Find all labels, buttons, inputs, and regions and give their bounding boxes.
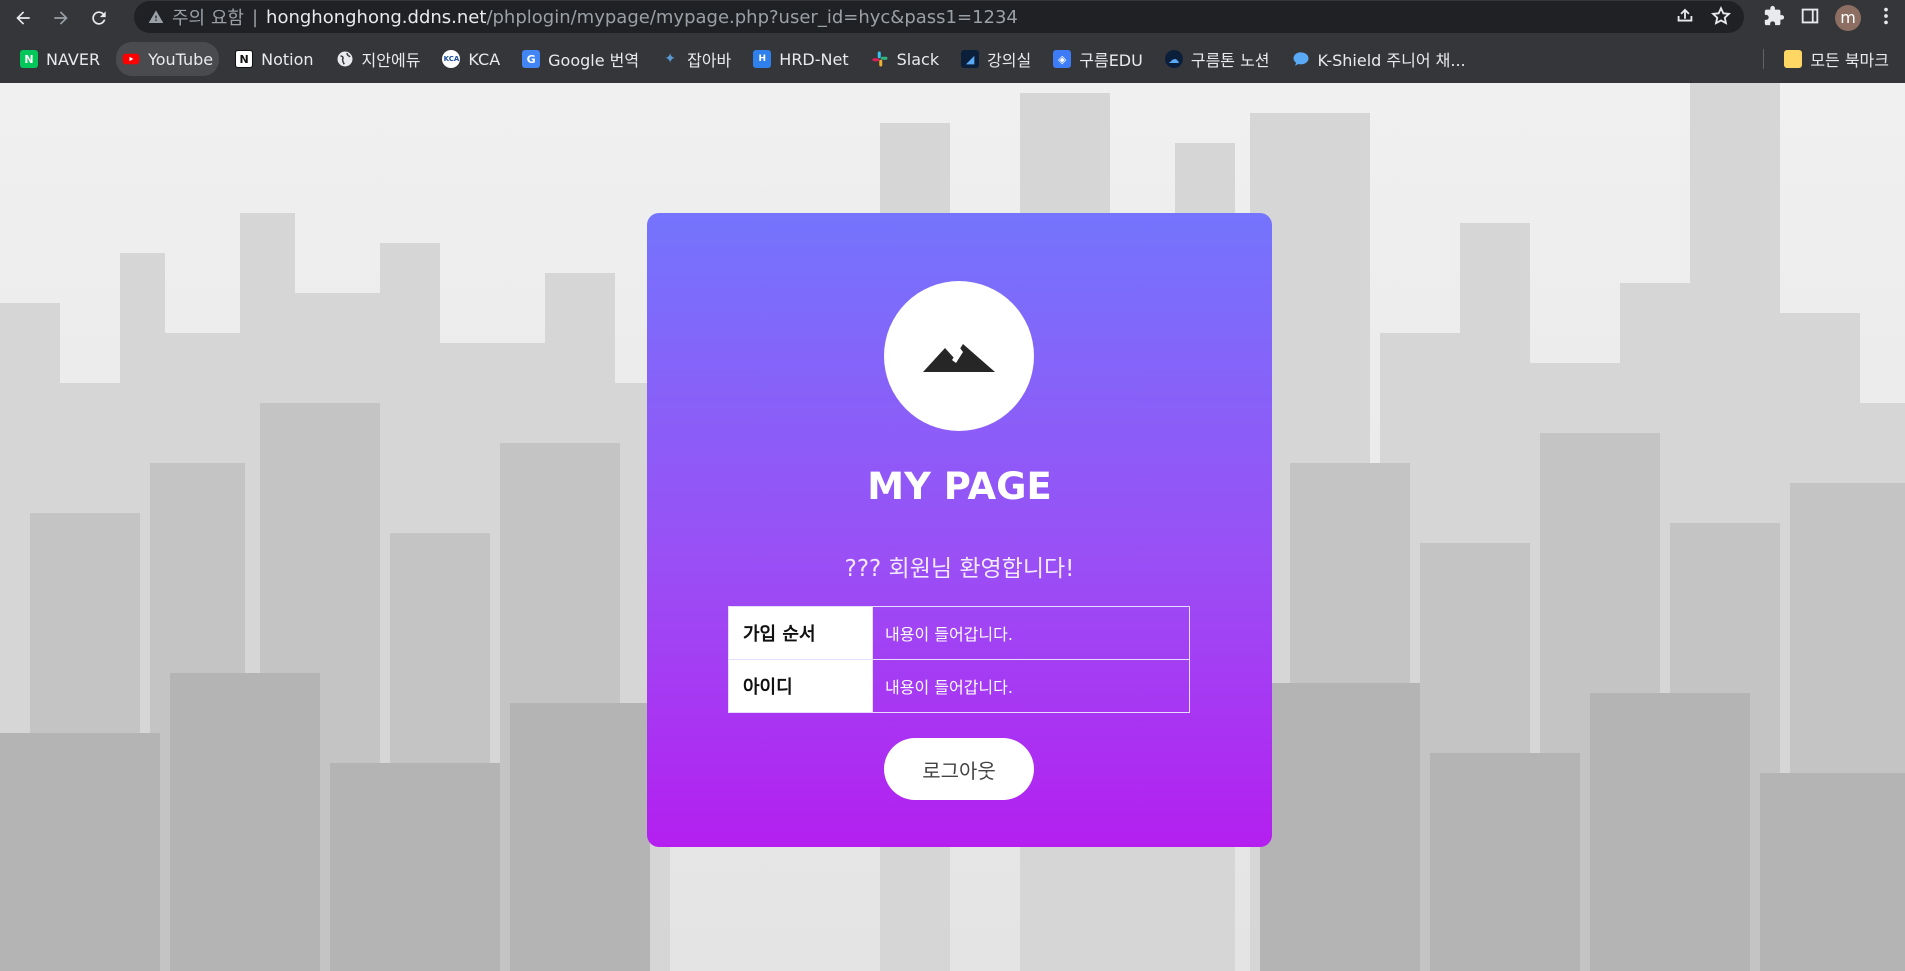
url-path: /phplogin/mypage/mypage.php?user_id=hyc&… bbox=[486, 6, 1018, 28]
goorm-edu-icon: ◈ bbox=[1053, 50, 1072, 68]
bookmark-label: NAVER bbox=[46, 49, 101, 69]
warning-triangle-icon bbox=[148, 10, 164, 23]
classroom-icon: ◢ bbox=[961, 50, 980, 68]
bookmark-google-translate[interactable]: G Google 번역 bbox=[516, 42, 645, 76]
bookmark-label: Google 번역 bbox=[548, 51, 640, 70]
bookmark-jobaba[interactable]: ✦ 잡아바 bbox=[655, 42, 737, 76]
all-bookmarks-label: 모든 북마크 bbox=[1810, 51, 1889, 70]
more-vertical-icon bbox=[1884, 7, 1888, 24]
bookmark-label: KCA bbox=[468, 49, 501, 69]
browser-toolbar: 주의 요함 | honghonghong.ddns.net/phplogin/m… bbox=[0, 0, 1905, 35]
hrd-net-icon: H bbox=[753, 50, 772, 68]
security-warning-label: 주의 요함 bbox=[172, 8, 244, 29]
bookmarks-bar: N NAVER YouTube N Notion 지안에듀 KCA KCA G … bbox=[0, 35, 1905, 83]
address-bar[interactable]: 주의 요함 | honghonghong.ddns.net/phplogin/m… bbox=[134, 1, 1744, 33]
kca-icon: KCA bbox=[442, 50, 461, 68]
forward-button[interactable] bbox=[46, 3, 76, 33]
google-translate-icon: G bbox=[522, 50, 541, 68]
bookmark-label: Notion bbox=[261, 49, 314, 69]
mountain-icon bbox=[923, 344, 995, 372]
goormthon-icon: ☁ bbox=[1164, 50, 1183, 68]
bookmark-label: YouTube bbox=[148, 49, 214, 69]
bookmark-label: 강의실 bbox=[987, 51, 1032, 70]
page-title: MY PAGE bbox=[867, 465, 1052, 508]
omnibox-separator: | bbox=[251, 6, 259, 28]
all-bookmarks-button[interactable]: 모든 북마크 bbox=[1778, 42, 1895, 76]
bookmark-label: 잡아바 bbox=[687, 51, 732, 70]
bookmark-label: 구름톤 노션 bbox=[1190, 51, 1270, 70]
folder-icon bbox=[1784, 50, 1803, 68]
globe-icon bbox=[336, 50, 354, 68]
bookmark-k-shield[interactable]: K-Shield 주니어 채... bbox=[1286, 42, 1472, 76]
join-order-label: 가입 순서 bbox=[728, 606, 873, 660]
bookmark-hrd-net[interactable]: H HRD-Net bbox=[747, 42, 854, 76]
youtube-icon bbox=[122, 50, 140, 68]
bookmark-star-icon[interactable] bbox=[1710, 5, 1732, 27]
bookmark-naver[interactable]: N NAVER bbox=[14, 42, 106, 76]
table-row: 가입 순서 내용이 들어갑니다. bbox=[728, 606, 1190, 660]
logout-button[interactable]: 로그아웃 bbox=[884, 738, 1034, 800]
reload-button[interactable] bbox=[84, 3, 114, 33]
back-button[interactable] bbox=[8, 3, 38, 33]
bookmarks-divider bbox=[1763, 49, 1765, 69]
bookmark-label: K-Shield 주니어 채... bbox=[1317, 51, 1466, 70]
bookmark-kca[interactable]: KCA KCA bbox=[436, 42, 506, 76]
arrow-right-icon bbox=[54, 10, 68, 25]
bookmark-goormthon[interactable]: ☁ 구름톤 노션 bbox=[1159, 42, 1276, 76]
naver-icon: N bbox=[20, 50, 38, 68]
bookmark-goorm-edu[interactable]: ◈ 구름EDU bbox=[1047, 42, 1149, 76]
bookmark-label: HRD-Net bbox=[779, 49, 849, 69]
user-id-label: 아이디 bbox=[728, 659, 873, 713]
reload-icon bbox=[92, 10, 106, 25]
user-id-value: 내용이 들어갑니다. bbox=[872, 659, 1190, 713]
mypage-card: MY PAGE ??? 회원님 환영합니다! 가입 순서 내용이 들어갑니다. … bbox=[647, 213, 1272, 847]
join-order-value: 내용이 들어갑니다. bbox=[872, 606, 1190, 660]
bookmark-classroom[interactable]: ◢ 강의실 bbox=[955, 42, 1037, 76]
url-text[interactable]: honghonghong.ddns.net/phplogin/mypage/my… bbox=[266, 7, 1018, 28]
bookmark-jianedu[interactable]: 지안에듀 bbox=[330, 42, 427, 76]
bookmark-youtube[interactable]: YouTube bbox=[116, 42, 220, 76]
welcome-message: ??? 회원님 환영합니다! bbox=[844, 556, 1075, 582]
side-panel-icon bbox=[1801, 8, 1819, 23]
bookmark-label: Slack bbox=[896, 49, 940, 69]
extensions-button[interactable] bbox=[1763, 5, 1785, 31]
slack-icon bbox=[871, 50, 889, 68]
bookmark-slack[interactable]: Slack bbox=[865, 42, 945, 76]
chat-bubble-icon bbox=[1292, 50, 1310, 68]
member-info-table: 가입 순서 내용이 들어갑니다. 아이디 내용이 들어갑니다. bbox=[728, 606, 1190, 713]
bookmark-label: 구름EDU bbox=[1079, 51, 1143, 70]
arrow-left-icon bbox=[16, 10, 30, 25]
share-icon[interactable] bbox=[1674, 5, 1696, 27]
page-viewport: MY PAGE ??? 회원님 환영합니다! 가입 순서 내용이 들어갑니다. … bbox=[0, 83, 1905, 971]
puzzle-icon bbox=[1764, 5, 1785, 25]
browser-menu-button[interactable] bbox=[1875, 5, 1897, 31]
jobaba-icon: ✦ bbox=[664, 51, 676, 67]
security-warning[interactable]: 주의 요함 bbox=[148, 4, 244, 30]
url-host: honghonghong.ddns.net bbox=[266, 6, 487, 28]
notion-icon: N bbox=[235, 50, 254, 68]
bookmark-label: 지안에듀 bbox=[361, 51, 421, 70]
profile-avatar[interactable]: m bbox=[1835, 4, 1861, 31]
bookmark-notion[interactable]: N Notion bbox=[229, 42, 319, 76]
logo-circle bbox=[884, 281, 1034, 431]
side-panel-button[interactable] bbox=[1799, 5, 1821, 31]
table-row: 아이디 내용이 들어갑니다. bbox=[728, 659, 1190, 713]
